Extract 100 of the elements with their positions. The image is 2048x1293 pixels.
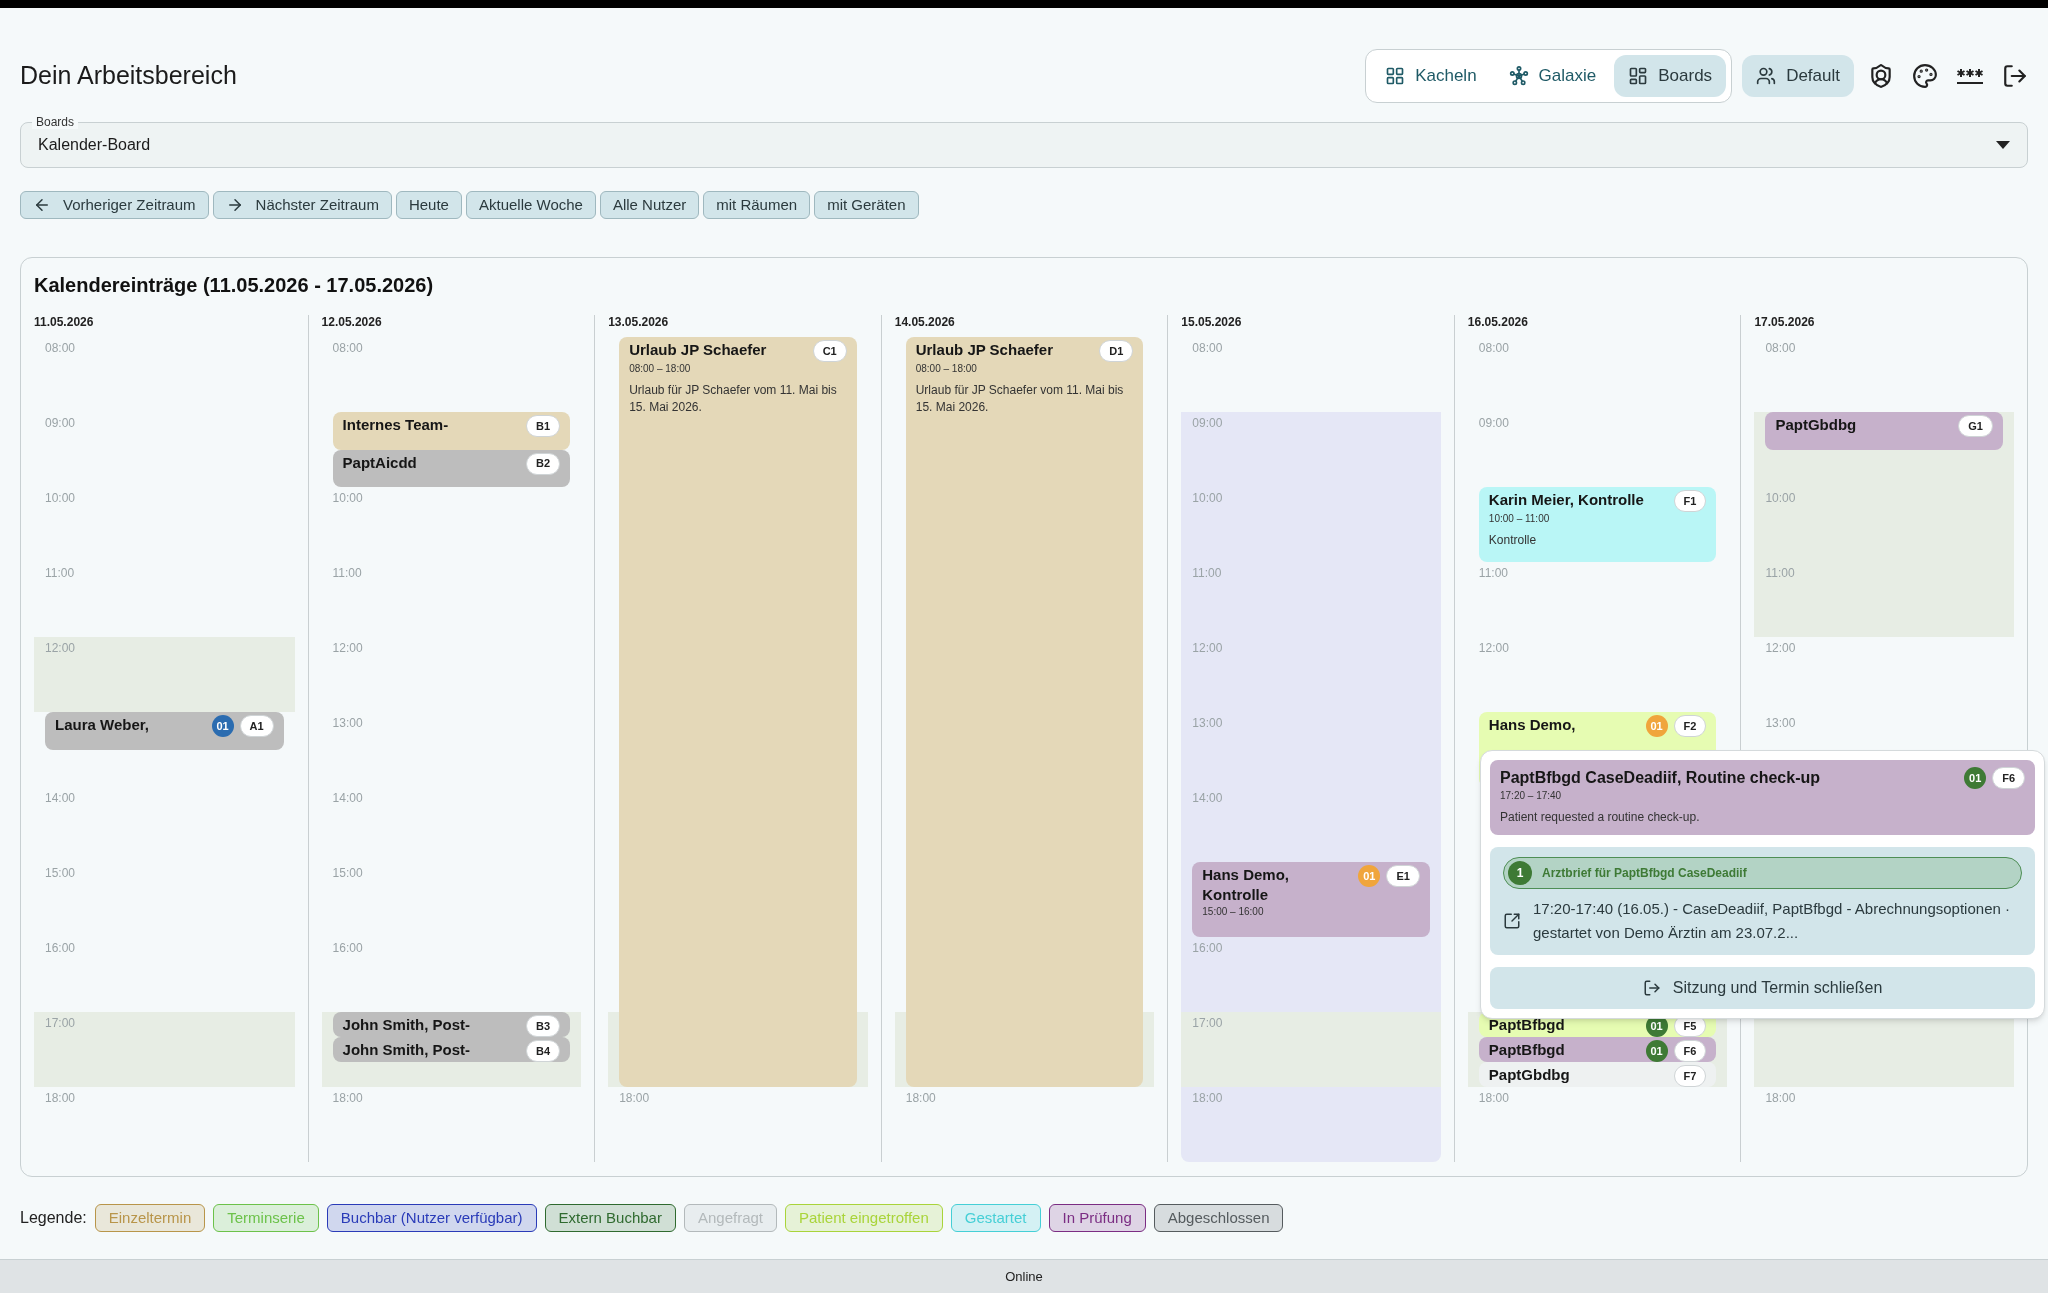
event-title: PaptAicdd <box>342 452 417 473</box>
event-card[interactable]: John Smith, Post- B3 <box>332 1012 571 1037</box>
toolbar-button[interactable]: Aktuelle Woche <box>465 191 596 219</box>
event-card[interactable]: PaptBfbgd 01 F6 <box>1478 1037 1717 1062</box>
hour-label: 15:00 <box>45 866 76 880</box>
event-title: PaptBfbgd <box>1488 1015 1565 1035</box>
tag-badge: F2 <box>1673 715 1707 737</box>
event-card[interactable]: PaptGbdbg G1 <box>1765 412 2003 450</box>
toolbar-button[interactable]: Alle Nutzer <box>599 191 700 219</box>
event-title: Hans Demo, <box>1488 715 1576 735</box>
event-card[interactable]: John Smith, Post- B4 <box>332 1037 571 1062</box>
view-tab[interactable]: Boards <box>1614 55 1727 97</box>
event-title: Hans Demo, Kontrolle <box>1202 865 1290 905</box>
event-title: John Smith, Post- <box>342 1015 471 1035</box>
event-card[interactable]: Laura Weber, 01 A1 <box>45 712 284 750</box>
event-time: 17:20 – 17:40 <box>1500 789 1563 803</box>
event-card[interactable]: Internes Team- B1 <box>332 412 571 450</box>
document-number: 1 <box>1508 861 1532 885</box>
toolbar-button[interactable]: Nächster Zeitraum <box>212 191 392 219</box>
hour-label: 15:00 <box>332 866 363 880</box>
event-title: Karin Meier, Kontrolle <box>1488 490 1644 510</box>
palette-icon[interactable] <box>1912 63 1938 89</box>
hour-label: 08:00 <box>45 341 76 355</box>
profile-button[interactable]: Default <box>1742 55 1854 97</box>
toolbar-button[interactable]: mit Geräten <box>814 191 919 219</box>
logout-icon[interactable] <box>2002 63 2028 89</box>
count-badge: 01 <box>1645 715 1668 737</box>
tag-badge: F7 <box>1673 1065 1707 1087</box>
tag-badge: G1 <box>1958 415 1993 437</box>
document-pill[interactable]: 1 Arztbrief für PaptBfbgd CaseDeadiif <box>1503 857 2022 889</box>
event-title: Urlaub JP Schaefer <box>915 340 1053 360</box>
event-card[interactable]: Urlaub JP Schaefer D1 08:00 – 18:00 Urlaub für JP Schaefer vom 11. Mai bis 15. Mai 2026. <box>905 337 1144 1087</box>
event-title: PaptGbdbg <box>1488 1065 1570 1085</box>
document-title: Arztbrief für PaptBfbgd CaseDeadiif <box>1542 865 1747 882</box>
tag-badge: F1 <box>1673 490 1707 512</box>
hour-label: 09:00 <box>1192 416 1223 430</box>
hour-label: 12:00 <box>1192 641 1223 655</box>
legend-chip: Terminserie <box>213 1204 319 1232</box>
toolbar-button[interactable]: Heute <box>395 191 462 219</box>
event-time: 08:00 – 18:00 <box>629 362 692 376</box>
hour-label: 12:00 <box>332 641 363 655</box>
event-time: 08:00 – 18:00 <box>915 362 978 376</box>
toolbar-button[interactable]: mit Räumen <box>703 191 811 219</box>
legend-label: Legende: <box>20 1208 87 1228</box>
hour-label: 09:00 <box>45 416 76 430</box>
event-card[interactable]: Urlaub JP Schaefer C1 08:00 – 18:00 Urlaub für JP Schaefer vom 11. Mai bis 15. Mai 2026. <box>619 337 857 1087</box>
hour-label: 18:00 <box>619 1091 650 1105</box>
legend-chip: Extern Buchbar <box>544 1204 676 1232</box>
external-link-icon[interactable] <box>1503 912 1521 930</box>
event-note: Urlaub für JP Schaefer vom 11. Mai bis 15. Mai 2026. <box>915 382 1125 416</box>
legend-chip: Buchbar (Nutzer verfügbar) <box>326 1204 537 1232</box>
hour-label: 11:00 <box>45 566 75 580</box>
view-tab[interactable]: Galaxie <box>1494 55 1611 97</box>
users-icon <box>1756 66 1777 86</box>
event-card[interactable]: Karin Meier, Kontrolle F1 10:00 – 11:00 Kontrolle <box>1478 487 1717 562</box>
day-date: 16.05.2026 <box>1467 315 1529 329</box>
event-card[interactable]: PaptGbdbg F7 <box>1478 1062 1717 1087</box>
tag-badge: D1 <box>1099 340 1134 362</box>
calendar-title: Kalendereinträge (11.05.2026 - 17.05.2026) <box>34 273 435 298</box>
hour-label: 08:00 <box>1765 341 1796 355</box>
hour-label: 11:00 <box>1478 566 1508 580</box>
hour-label: 18:00 <box>1478 1091 1509 1105</box>
day-date: 12.05.2026 <box>321 315 383 329</box>
event-title: John Smith, Post- <box>342 1040 471 1060</box>
select-label: Boards <box>32 115 79 129</box>
hour-label: 09:00 <box>1478 416 1509 430</box>
hour-label: 10:00 <box>1192 491 1223 505</box>
tag-badge: F6 <box>1673 1040 1707 1062</box>
event-title: Urlaub JP Schaefer <box>629 340 767 360</box>
event-time: 10:00 – 11:00 <box>1488 512 1551 526</box>
hour-label: 18:00 <box>905 1091 936 1105</box>
hour-label: 14:00 <box>1192 791 1223 805</box>
dropdown-caret-icon <box>1996 141 2010 149</box>
day-date: 17.05.2026 <box>1754 315 1816 329</box>
hour-label: 13:00 <box>332 716 363 730</box>
close-session-button[interactable]: Sitzung und Termin schließen <box>1490 967 2035 1009</box>
view-tab[interactable]: Kacheln <box>1371 55 1491 97</box>
grid-icon <box>1385 66 1406 86</box>
hour-label: 12:00 <box>45 641 76 655</box>
event-title: PaptGbdbg <box>1775 415 1857 435</box>
event-title: Internes Team- <box>342 415 449 435</box>
count-badge: 01 <box>211 715 234 737</box>
hour-label: 18:00 <box>45 1091 76 1105</box>
hour-label: 13:00 <box>1765 716 1796 730</box>
legend-chip: Abgeschlossen <box>1153 1204 1284 1232</box>
event-title: PaptBfbgd <box>1488 1040 1565 1060</box>
shield-user-icon[interactable] <box>1868 63 1894 89</box>
hour-label: 12:00 <box>1478 641 1509 655</box>
event-card[interactable]: PaptBfbgd CaseDeadiif, Routine check-up 01 F6 17:20 – 17:40 Patient requested a routine check-up. <box>1490 760 2035 835</box>
tag-badge: F6 <box>1992 767 2025 789</box>
hour-label: 17:00 <box>1192 1016 1223 1030</box>
document-description: 17:20-17:40 (16.05.) - CaseDeadiif, PaptBfbgd - Abrechnungsoptionen · gestartet von Demo Ärztin am 23.07.2... <box>1533 899 2011 943</box>
hour-label: 10:00 <box>45 491 76 505</box>
day-date: 11.05.2026 <box>34 315 95 329</box>
day-date: 15.05.2026 <box>1181 315 1243 329</box>
hour-label: 11:00 <box>1765 566 1795 580</box>
toolbar-button[interactable]: Vorheriger Zeitraum <box>20 191 209 219</box>
event-card[interactable]: Hans Demo, Kontrolle 01 E1 15:00 – 16:00 <box>1192 862 1430 937</box>
event-card[interactable]: PaptAicdd B2 <box>332 449 571 487</box>
day-date: 14.05.2026 <box>894 315 956 329</box>
